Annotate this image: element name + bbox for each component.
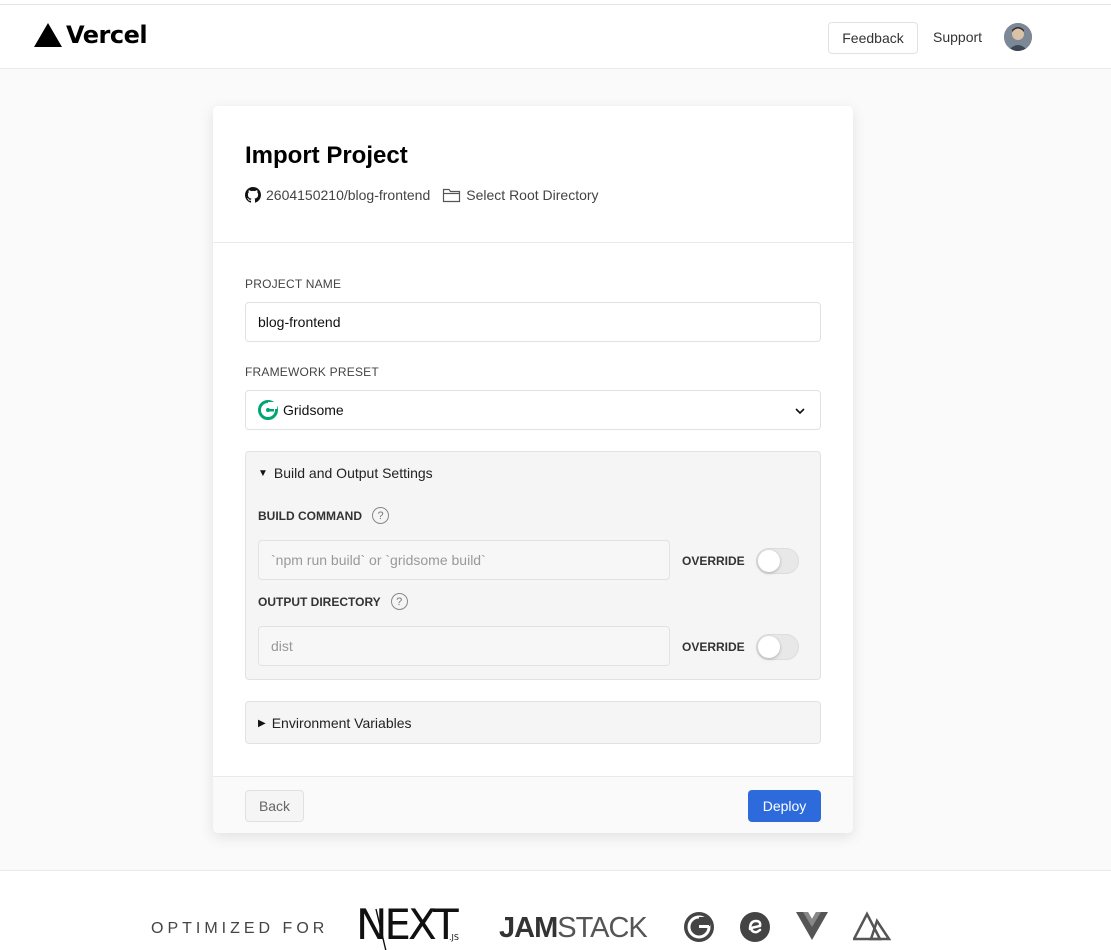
footer: OPTIMIZED FOR NEXT .JS JAMSTACK (0, 870, 1111, 950)
framework-preset-select[interactable]: Gridsome (245, 390, 821, 430)
output-directory-text: OUTPUT DIRECTORY (258, 594, 381, 609)
vue-icon (795, 911, 829, 946)
select-root-directory[interactable]: Select Root Directory (466, 187, 598, 203)
output-override-label: OVERRIDE (682, 640, 745, 654)
import-project-card: Import Project 2604150210/blog-frontend … (213, 106, 853, 833)
card-header: Import Project 2604150210/blog-frontend … (213, 106, 853, 243)
build-settings-panel: ▼ Build and Output Settings BUILD COMMAN… (245, 451, 821, 680)
help-icon[interactable]: ? (390, 593, 408, 610)
jam-text: JAM (499, 912, 558, 944)
project-name-input[interactable]: blog-frontend (245, 302, 821, 342)
build-command-text: BUILD COMMAND (258, 508, 362, 523)
user-avatar-icon (1004, 23, 1032, 51)
gridsome-icon (258, 400, 278, 420)
deploy-button[interactable]: Deploy (748, 790, 821, 822)
repo-name[interactable]: 2604150210/blog-frontend (266, 187, 430, 203)
triangle-right-icon: ▶ (258, 717, 266, 729)
vercel-logo[interactable]: Vercel (33, 21, 148, 49)
output-directory-label: OUTPUT DIRECTORY ? (258, 593, 408, 610)
build-override-label: OVERRIDE (682, 554, 745, 568)
gatsby-icon (683, 911, 715, 948)
avatar[interactable] (1004, 23, 1032, 51)
page-title: Import Project (245, 142, 408, 169)
build-override-toggle[interactable] (756, 548, 799, 574)
env-vars-toggle[interactable]: ▶ Environment Variables (258, 715, 412, 731)
help-icon[interactable]: ? (372, 507, 389, 524)
build-command-label: BUILD COMMAND ? (258, 507, 389, 524)
jamstack-logo: JAMSTACK (499, 912, 648, 945)
stack-text: STACK (557, 912, 648, 944)
build-settings-toggle[interactable]: ▼ Build and Output Settings (258, 465, 433, 481)
folder-icon (442, 187, 461, 203)
card-footer: Back Deploy (213, 776, 853, 833)
support-link[interactable]: Support (933, 29, 982, 45)
output-directory-input[interactable]: dist (258, 626, 670, 666)
top-nav: Vercel Feedback Support (0, 5, 1111, 69)
next-logo-suffix: .JS (449, 933, 459, 942)
build-settings-title: Build and Output Settings (273, 465, 433, 481)
env-vars-title: Environment Variables (271, 715, 412, 731)
chevron-down-icon (794, 404, 806, 420)
nextjs-logo: NEXT .JS (356, 897, 466, 950)
framework-preset-label: FRAMEWORK PRESET (245, 365, 379, 379)
feedback-button[interactable]: Feedback (828, 22, 918, 54)
nuxt-icon (851, 911, 892, 946)
triangle-down-icon: ▼ (258, 467, 268, 479)
next-logo-text: NEXT (356, 900, 459, 949)
project-name-label: PROJECT NAME (245, 277, 342, 291)
output-override-toggle[interactable] (756, 634, 799, 660)
optimized-for-label: OPTIMIZED FOR (151, 920, 329, 937)
github-icon (245, 187, 261, 203)
framework-selected: Gridsome (283, 402, 344, 418)
back-button[interactable]: Back (245, 790, 304, 822)
vercel-triangle-icon (34, 23, 62, 47)
env-vars-panel[interactable]: ▶ Environment Variables (245, 701, 821, 744)
eleventy-icon (739, 911, 771, 948)
repo-info: 2604150210/blog-frontend Select Root Dir… (245, 187, 599, 203)
brand-name: Vercel (66, 21, 148, 49)
build-command-input[interactable]: `npm run build` or `gridsome build` (258, 540, 670, 580)
